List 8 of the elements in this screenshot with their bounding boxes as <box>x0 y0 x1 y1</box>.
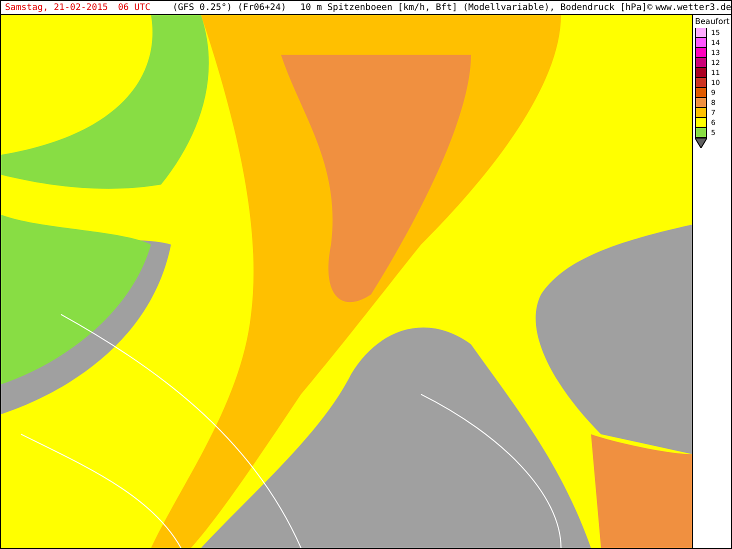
legend-title: Beaufort <box>695 17 730 26</box>
date-text: Samstag, 21-02-2015 <box>5 2 108 12</box>
scale-end-icon <box>695 138 707 148</box>
model-text: (GFS 0.25°) (Fr06+24) <box>172 2 286 12</box>
website-text: www.wetter3.de <box>655 2 732 12</box>
map-title: 10 m Spitzenboeen [km/h, Bft] (Modellvariable), Bodendruck [hPa] <box>300 2 648 12</box>
copyright-sign: © <box>647 2 652 12</box>
time-text: 06 UTC <box>118 2 150 12</box>
